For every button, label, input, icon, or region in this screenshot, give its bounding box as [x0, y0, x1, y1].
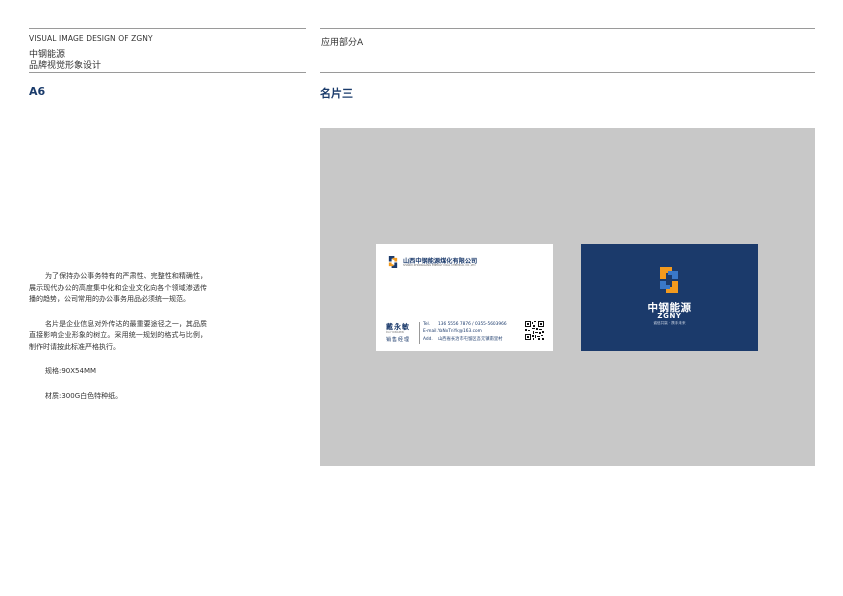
card-address-value: 山西省长治市屯留区吾元镇南里村: [438, 337, 503, 342]
description-block: 为了保持办公事务特有的严肃性、完整性和精确性，展示现代办公的高度集中化和企业文化…: [29, 271, 207, 415]
card-back-brand-en: ZGNY: [657, 312, 682, 320]
brand-logo-icon: [660, 267, 678, 293]
qr-code-icon: [525, 321, 544, 340]
card-company-name-en: SHANXI ZHONGGANG ENERGY COAL CHEMICAL CO…: [403, 264, 476, 267]
page-code: A6: [29, 85, 46, 98]
business-card-front: 山西中钢能源煤化有限公司 SHANXI ZHONGGANG ENERGY COA…: [376, 244, 553, 351]
card-tel-line: Tel. 136 5556 7876 / 0355-5603966: [423, 322, 507, 327]
header-rule-left: [29, 28, 306, 29]
card-person-name-en: DAI YONGMIN: [386, 331, 404, 334]
card-address-label: Add.: [423, 337, 433, 342]
card-divider: [419, 322, 420, 344]
card-tel-value: 136 5556 7876 / 0355-5603966: [438, 322, 507, 327]
section-label: 应用部分A: [321, 38, 364, 48]
header-subtitle: 品牌视觉形象设计: [29, 61, 102, 71]
page-title: 名片三: [320, 87, 353, 100]
description-paragraph-2: 名片是企业信息对外传达的最重要途径之一，其品质直接影响企业形象的树立。采用统一规…: [29, 319, 207, 351]
title-rule-right: [320, 72, 815, 73]
header-rule-right: [320, 28, 815, 29]
card-email-label: E-mail.: [423, 329, 438, 334]
spec-material: 材质:300G白色特种纸。: [45, 391, 123, 400]
spec-size: 规格:90X54MM: [45, 367, 97, 375]
card-email-value: YaNxTnYk@163.com: [437, 329, 482, 334]
header-english-title: VISUAL IMAGE DESIGN OF ZGNY: [29, 34, 153, 43]
card-address-line: Add. 山西省长治市屯留区吾元镇南里村: [423, 336, 502, 342]
card-email-line: E-mail.YaNxTnYk@163.com: [423, 329, 482, 334]
card-back-slogan: 诚信共赢 · 携手未来: [653, 321, 686, 325]
card-tel-label: Tel.: [423, 322, 431, 327]
business-card-back: 中钢能源 ZGNY 诚信共赢 · 携手未来: [581, 244, 758, 351]
description-paragraph-1: 为了保持办公事务特有的严肃性、完整性和精确性，展示现代办公的高度集中化和企业文化…: [29, 272, 207, 303]
title-rule-left: [29, 72, 306, 73]
company-logo-icon: [388, 256, 398, 268]
card-person-title: 销售经理: [386, 337, 411, 343]
